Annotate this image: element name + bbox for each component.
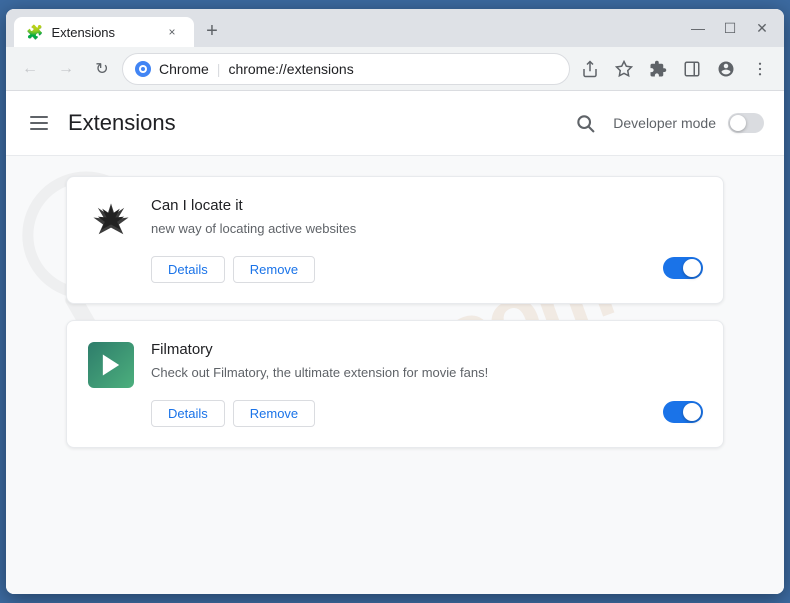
close-window-button[interactable]: ✕ [748,14,776,42]
extension-remove-button-1[interactable]: Remove [233,256,315,283]
toolbar: ← → ↻ Chrome | chrome://extensions [6,47,784,91]
extension-desc-2: Check out Filmatory, the ultimate extens… [151,364,647,382]
extension-toggle-area-2 [663,341,703,427]
extension-icon-1 [87,197,135,245]
extension-remove-button-2[interactable]: Remove [233,400,315,427]
extension-icon-2 [87,341,135,389]
extension-card-1: Can I locate it new way of locating acti… [66,176,724,304]
address-domain: Chrome [159,61,209,77]
tab-favicon-icon: 🧩 [26,24,43,41]
extensions-header: Extensions Developer mode [6,91,784,156]
toolbar-icons [574,53,776,85]
share-icon[interactable] [574,53,606,85]
new-tab-button[interactable]: + [198,17,226,45]
active-tab[interactable]: 🧩 Extensions × [14,17,194,47]
address-separator: | [217,61,221,77]
tab-title: Extensions [51,25,154,40]
tab-area: 🧩 Extensions × + [6,9,684,47]
extension-name-2: Filmatory [151,341,647,358]
extension-toggle-2[interactable] [663,401,703,423]
extensions-icon[interactable] [642,53,674,85]
filmatory-icon [88,342,134,388]
sidebar-toggle-icon[interactable] [676,53,708,85]
menu-icon[interactable] [744,53,776,85]
extension-actions-1: Details Remove [151,256,647,283]
extension-details-button-2[interactable]: Details [151,400,225,427]
search-button[interactable] [569,107,601,139]
reload-button[interactable]: ↻ [86,53,118,85]
bookmark-icon[interactable] [608,53,640,85]
extensions-list: riah.com Can I locate it new way of loca… [6,156,784,468]
window-controls: — ☐ ✕ [684,9,784,47]
address-bar[interactable]: Chrome | chrome://extensions [122,53,570,85]
extension-details-button-1[interactable]: Details [151,256,225,283]
profile-icon[interactable] [710,53,742,85]
tab-close-button[interactable]: × [162,22,182,42]
extension-toggle-1[interactable] [663,257,703,279]
developer-mode-label: Developer mode [613,115,716,131]
developer-mode-toggle[interactable] [728,113,764,133]
extension-toggle-area-1 [663,197,703,283]
minimize-button[interactable]: — [684,14,712,42]
back-button[interactable]: ← [14,53,46,85]
maximize-button[interactable]: ☐ [716,14,744,42]
page-title: Extensions [68,110,176,136]
forward-button[interactable]: → [50,53,82,85]
extension-name-1: Can I locate it [151,197,647,214]
address-url: chrome://extensions [228,61,353,77]
extension-actions-2: Details Remove [151,400,647,427]
extension-info-2: Filmatory Check out Filmatory, the ultim… [151,341,647,427]
extension-desc-1: new way of locating active websites [151,220,647,238]
header-right: Developer mode [569,107,764,139]
browser-window: 🧩 Extensions × + — ☐ ✕ ← → ↻ Chrome [6,9,784,594]
extension-card-2: Filmatory Check out Filmatory, the ultim… [66,320,724,448]
page-content: Extensions Developer mode [6,91,784,594]
hamburger-menu-button[interactable] [26,112,52,134]
extension-info-1: Can I locate it new way of locating acti… [151,197,647,283]
title-bar: 🧩 Extensions × + — ☐ ✕ [6,9,784,47]
address-favicon-icon [135,61,151,77]
header-left: Extensions [26,110,176,136]
